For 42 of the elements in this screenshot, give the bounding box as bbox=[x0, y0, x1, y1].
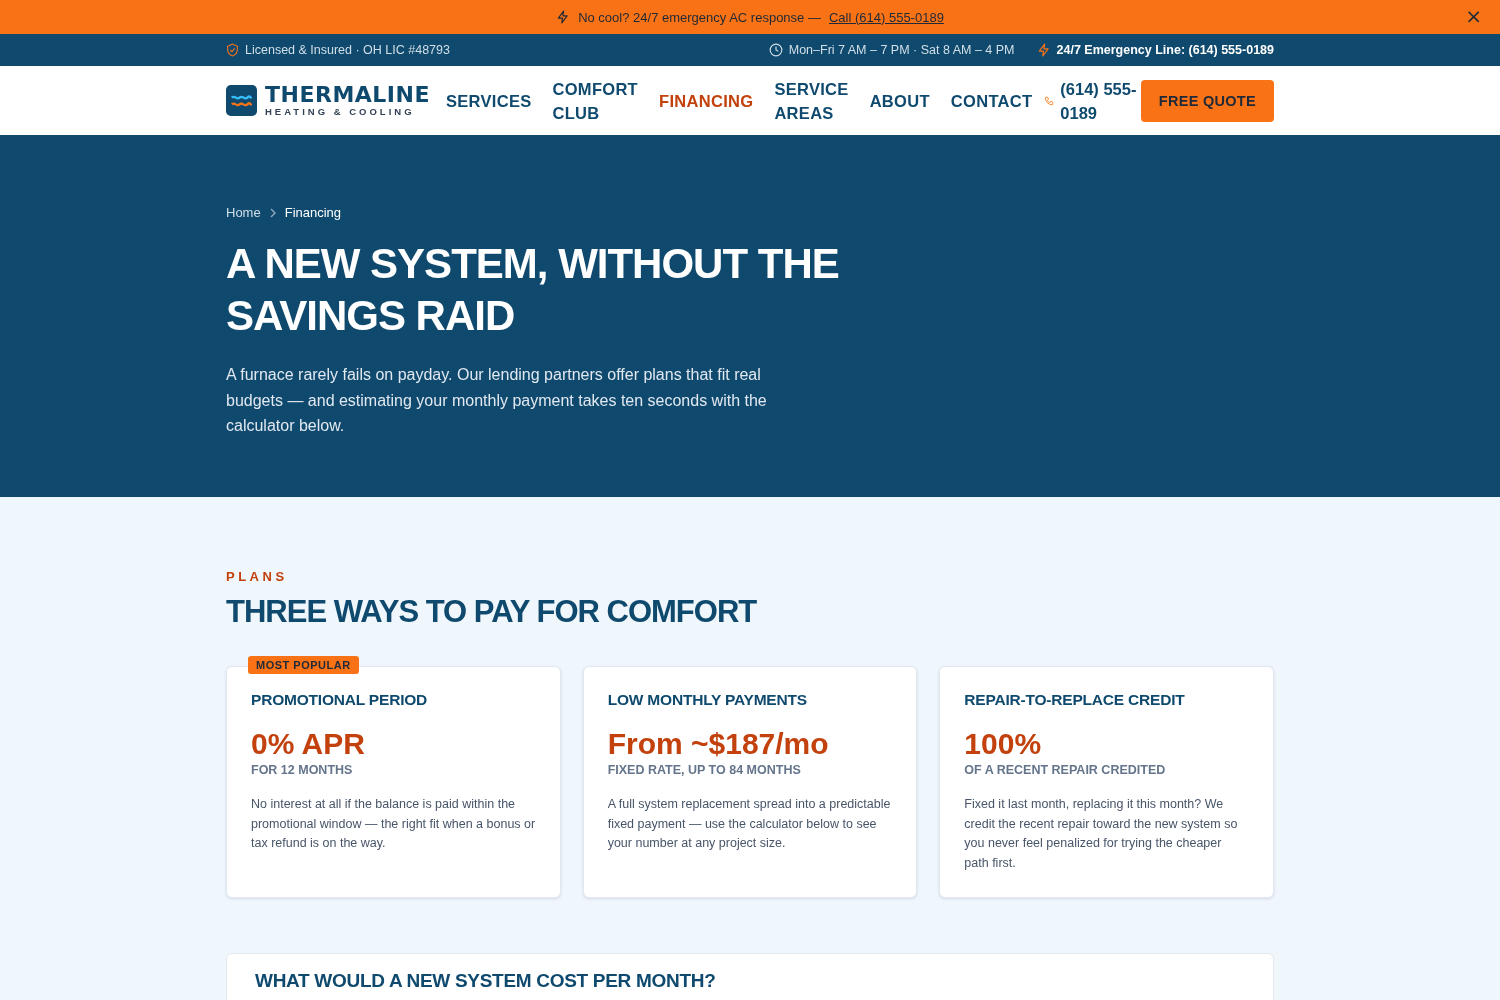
nav-link[interactable]: COMFORT CLUB bbox=[552, 76, 638, 125]
phone-link[interactable]: (614) 555-0189 bbox=[1060, 76, 1141, 125]
page-title: A NEW SYSTEM, WITHOUT THE SAVINGS RAID bbox=[226, 239, 840, 341]
announcement-text: No cool? 24/7 emergency AC response — bbox=[578, 9, 821, 25]
license-text: Licensed & Insured · OH LIC #48793 bbox=[245, 43, 450, 57]
plan-description: No interest at all if the balance is paid within the promotional window — the right fit when a bonus or tax refund is on the way. bbox=[251, 796, 536, 852]
clock-icon bbox=[768, 43, 783, 57]
nav-link[interactable]: ABOUT bbox=[869, 88, 930, 113]
plan-title: REPAIR-TO-REPLACE CREDIT bbox=[964, 691, 1186, 709]
breadcrumb-current: Financing bbox=[284, 205, 342, 220]
plan-subtitle: OF A RECENT REPAIR CREDITED bbox=[964, 763, 1167, 777]
plan-description: A full system replacement spread into a predictable fixed payment — use the calculator below to see your number at any project size. bbox=[607, 796, 892, 852]
section-title: THREE WAYS TO PAY FOR COMFORT bbox=[226, 594, 758, 630]
section-eyebrow: PLANS bbox=[226, 569, 289, 584]
free-quote-button[interactable]: FREE QUOTE bbox=[1140, 79, 1274, 122]
nav-link[interactable]: SERVICES bbox=[445, 88, 532, 113]
close-button[interactable]: × bbox=[1463, 6, 1484, 26]
logo-icon bbox=[226, 85, 257, 116]
emergency-line-link[interactable]: 24/7 Emergency Line: (614) 555-0189 bbox=[1056, 43, 1274, 57]
plan-title: PROMOTIONAL PERIOD bbox=[251, 691, 429, 709]
plan-subtitle: FIXED RATE, UP TO 84 MONTHS bbox=[607, 763, 802, 777]
intro-paragraph: A furnace rarely fails on payday. Our lending partners offer plans that fit real budgets — and estimating your monthly payment takes ten seconds with the calculator below. bbox=[226, 365, 768, 436]
plan-title: LOW MONTHLY PAYMENTS bbox=[607, 691, 808, 709]
plan-figure: From ~$187/mo bbox=[607, 727, 830, 761]
calculator-title: WHAT WOULD A NEW SYSTEM COST PER MONTH? bbox=[255, 970, 717, 992]
plan-subtitle: FOR 12 MONTHS bbox=[251, 763, 354, 777]
nav-link[interactable]: CONTACT bbox=[950, 88, 1033, 113]
hours-text: Mon–Fri 7 AM – 7 PM · Sat 8 AM – 4 PM bbox=[788, 43, 1015, 57]
breadcrumb-link[interactable]: Home bbox=[226, 205, 261, 220]
plan-figure: 100% bbox=[964, 727, 1043, 761]
nav-link[interactable]: SERVICE AREAS bbox=[774, 76, 849, 125]
plan-description: Fixed it last month, replacing it this month? We credit the recent repair toward the new system so you never feel penalized for trying the cheaper path first. bbox=[964, 796, 1239, 872]
plan-figure: 0% APR bbox=[251, 727, 366, 761]
popular-badge: MOST POPULAR bbox=[248, 656, 359, 674]
phone-link[interactable]: Call (614) 555-0189 bbox=[828, 9, 944, 25]
lightning-icon bbox=[556, 10, 571, 24]
brand-tagline: HEATING & COOLING bbox=[265, 106, 416, 117]
shield-icon bbox=[226, 43, 239, 57]
brand-name: THERMALINE bbox=[265, 84, 430, 106]
chevron-right-icon bbox=[268, 207, 277, 218]
nav-link[interactable]: FINANCING bbox=[659, 88, 754, 113]
lightning-icon bbox=[1036, 43, 1051, 57]
